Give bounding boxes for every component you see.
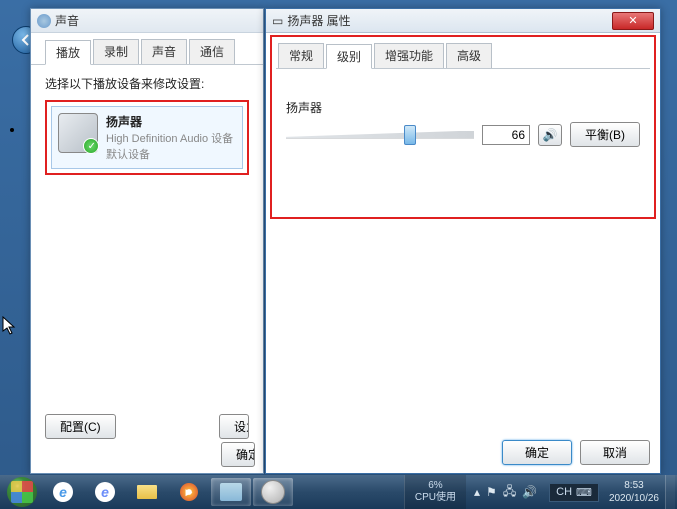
cpu-percent: 6% [415, 480, 456, 492]
close-button[interactable]: ✕ [612, 12, 654, 30]
sound-ok-button[interactable]: 确定 [221, 442, 255, 467]
props-cancel-button[interactable]: 取消 [580, 440, 650, 465]
props-titlebar: ▭ 扬声器 属性 ✕ [266, 9, 660, 33]
volume-value-input[interactable] [482, 125, 530, 145]
sound-window-titlebar: 声音 [31, 9, 263, 33]
taskbar-sound-settings[interactable] [253, 478, 293, 506]
slider-thumb[interactable] [404, 125, 416, 145]
mute-button[interactable]: 🔊 [538, 124, 562, 146]
props-highlight-box: 常规 级别 增强功能 高级 扬声器 🔊 平衡(B) [270, 35, 656, 219]
tab-levels[interactable]: 级别 [326, 44, 372, 69]
tab-enhancements[interactable]: 增强功能 [374, 43, 444, 68]
start-button[interactable] [2, 475, 42, 509]
props-ok-button[interactable]: 确定 [502, 440, 572, 465]
volume-round-icon [261, 480, 285, 504]
volume-slider[interactable] [286, 125, 474, 145]
speaker-icon: ✓ [58, 113, 98, 153]
taskbar-explorer[interactable] [127, 478, 167, 506]
balance-button[interactable]: 平衡(B) [570, 122, 640, 147]
cpu-label: CPU使用 [415, 492, 456, 504]
props-tabs: 常规 级别 增强功能 高级 [276, 41, 650, 69]
language-indicator[interactable]: CH ⌨ [549, 483, 599, 502]
device-name: 扬声器 [106, 113, 233, 130]
device-sub2: 默认设备 [106, 146, 233, 162]
ime-icon: ⌨ [576, 486, 592, 499]
taskbar-clock[interactable]: 8:53 2020/10/26 [603, 479, 665, 505]
tab-advanced[interactable]: 高级 [446, 43, 492, 68]
show-desktop-button[interactable] [665, 475, 675, 509]
tray-network-icon[interactable]: 🖧 [503, 482, 516, 503]
media-player-icon: ▶ [180, 483, 198, 501]
props-document-icon: ▭ [272, 14, 283, 28]
tab-general[interactable]: 常规 [278, 43, 324, 68]
cpu-meter[interactable]: 6% CPU使用 [404, 475, 466, 509]
mouse-cursor [2, 316, 18, 341]
sound-tabs: 播放 录制 声音 通信 [31, 33, 263, 65]
device-highlight-box: ✓ 扬声器 High Definition Audio 设备 默认设备 [45, 100, 249, 175]
tray-volume-icon[interactable]: 🔊 [522, 485, 537, 499]
instruction-text: 选择以下播放设备来修改设置: [45, 75, 249, 92]
taskbar-volume-mixer[interactable] [211, 478, 251, 506]
set-default-button[interactable]: 设为 [219, 414, 249, 439]
sound-icon [37, 14, 51, 28]
speaker-properties-window: ▭ 扬声器 属性 ✕ 常规 级别 增强功能 高级 扬声器 🔊 [265, 8, 661, 474]
windows-logo-icon [7, 477, 37, 507]
device-sub1: High Definition Audio 设备 [106, 130, 233, 146]
ie-icon: e [53, 482, 73, 502]
speaker-volume-icon: 🔊 [543, 128, 558, 142]
ie-icon: e [95, 482, 115, 502]
tab-recording[interactable]: 录制 [93, 39, 139, 64]
clock-time: 8:53 [609, 479, 659, 492]
sound-window-title: 声音 [55, 12, 79, 29]
taskbar-media-player[interactable]: ▶ [169, 478, 209, 506]
tab-playback[interactable]: 播放 [45, 40, 91, 65]
slider-label: 扬声器 [286, 99, 640, 116]
taskbar: e e ▶ 6% CPU使用 ▴ ⚑ 🖧 🔊 CH ⌨ 8:53 2020/10… [0, 475, 677, 509]
tab-sounds[interactable]: 声音 [141, 39, 187, 64]
close-icon: ✕ [628, 14, 637, 27]
mixer-icon [220, 483, 242, 501]
clock-date: 2020/10/26 [609, 492, 659, 505]
taskbar-ie[interactable]: e [43, 478, 83, 506]
device-item-speakers[interactable]: ✓ 扬声器 High Definition Audio 设备 默认设备 [51, 106, 243, 169]
bullet-marker [10, 128, 14, 132]
configure-button[interactable]: 配置(C) [45, 414, 116, 439]
tab-communications[interactable]: 通信 [189, 39, 235, 64]
folder-icon [137, 485, 157, 499]
tray-chevron-up-icon[interactable]: ▴ [474, 485, 480, 499]
taskbar-ie2[interactable]: e [85, 478, 125, 506]
props-window-title: 扬声器 属性 [287, 12, 350, 29]
sound-window: 声音 播放 录制 声音 通信 选择以下播放设备来修改设置: ✓ 扬声器 High… [30, 8, 264, 474]
tray-flag-icon[interactable]: ⚑ [486, 485, 497, 499]
